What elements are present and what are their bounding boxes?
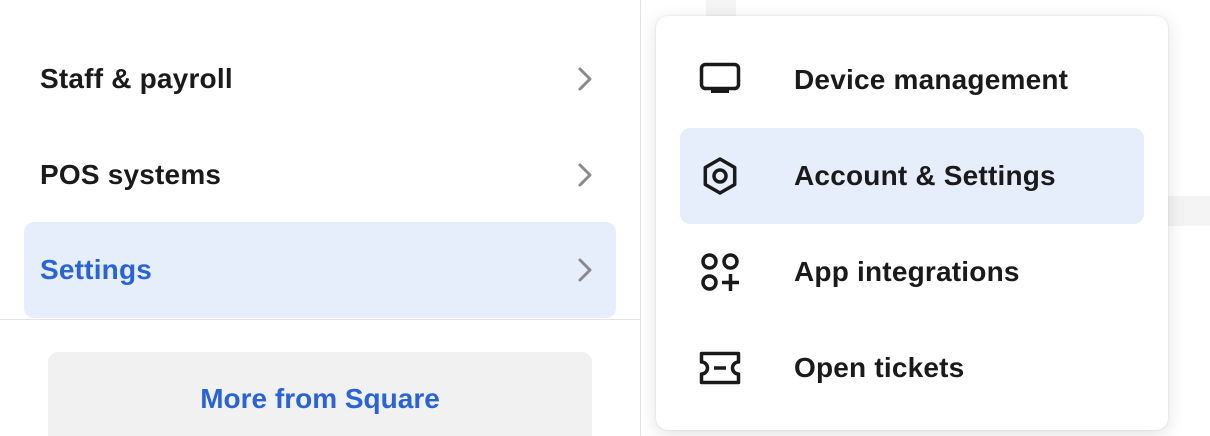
nav-item-staff-payroll[interactable]: Staff & payroll [24,31,616,127]
menu-item-device-management[interactable]: Device management [680,32,1144,128]
nav-item-label: Staff & payroll [40,63,233,94]
app-grid-plus-icon [698,250,742,294]
chevron-right-icon [574,161,596,189]
chevron-right-icon [574,65,596,93]
nav-divider [0,319,640,320]
menu-item-label: Device management [794,64,1069,95]
nav-item-pos-systems[interactable]: POS systems [24,127,616,223]
gear-icon [698,154,742,198]
chevron-right-icon [574,256,596,284]
more-from-square-label: More from Square [200,383,440,414]
app-root: Staff & payroll POS systems Settings Mor… [0,0,1210,436]
settings-flyout-menu: Device management Account & Settings App… [656,16,1168,430]
menu-item-label: App integrations [794,256,1020,287]
panel-divider [640,0,641,436]
background-panel [1168,196,1210,226]
monitor-icon [698,58,742,102]
menu-item-account-settings[interactable]: Account & Settings [680,128,1144,224]
more-from-square-button[interactable]: More from Square [48,352,592,436]
left-nav: Staff & payroll POS systems Settings Mor… [0,0,640,436]
nav-item-label: POS systems [40,159,222,190]
menu-item-open-tickets[interactable]: Open tickets [680,320,1144,416]
menu-item-app-integrations[interactable]: App integrations [680,224,1144,320]
nav-item-label: Settings [40,254,153,285]
ticket-icon [698,346,742,390]
menu-item-label: Open tickets [794,352,965,383]
nav-item-settings[interactable]: Settings [24,222,616,318]
menu-item-label: Account & Settings [794,160,1056,191]
